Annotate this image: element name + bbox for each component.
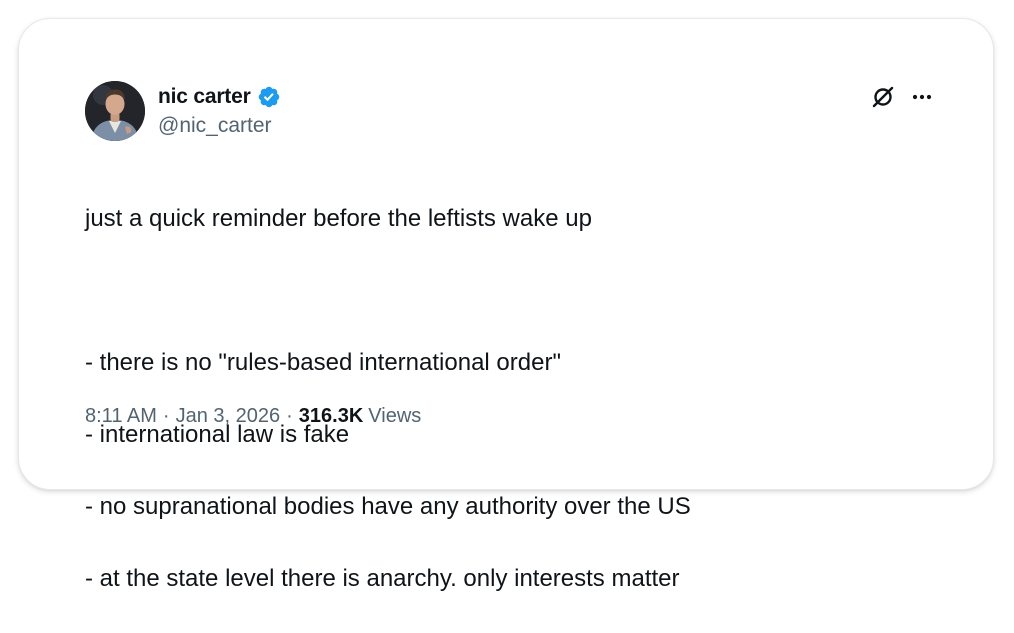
tweet-line: just a quick reminder before the leftist… [85, 205, 592, 232]
meta-separator: · [286, 405, 293, 427]
tweet-date[interactable]: Jan 3, 2026 [176, 405, 281, 428]
avatar[interactable] [85, 81, 145, 141]
tweet-time[interactable]: 8:11 AM [85, 405, 157, 428]
tweet-meta: 8:11 AM · Jan 3, 2026 · 316.3K Views [85, 405, 421, 428]
views-count: 316.3K [298, 405, 364, 427]
author-name-row[interactable]: nic carter [158, 83, 281, 111]
meta-separator: · [162, 405, 170, 427]
tweet-card[interactable]: nic carter @nic_carter just a quick remi… [18, 18, 994, 592]
x-logo-icon[interactable] [870, 84, 896, 110]
tweet-line [85, 273, 945, 309]
tweet-line: - at the state level there is anarchy. o… [85, 565, 680, 592]
tweet-text: just a quick reminder before the leftist… [85, 165, 945, 633]
author-display-name[interactable]: nic carter [158, 85, 251, 109]
tweet-line: - there is no "rules-based international… [85, 349, 561, 376]
verified-badge-icon [257, 85, 281, 109]
views-label: Views [368, 405, 422, 427]
more-options-icon[interactable] [908, 85, 936, 109]
tweet-line: - no supranational bodies have any autho… [85, 493, 691, 520]
author-handle[interactable]: @nic_carter [158, 114, 272, 138]
